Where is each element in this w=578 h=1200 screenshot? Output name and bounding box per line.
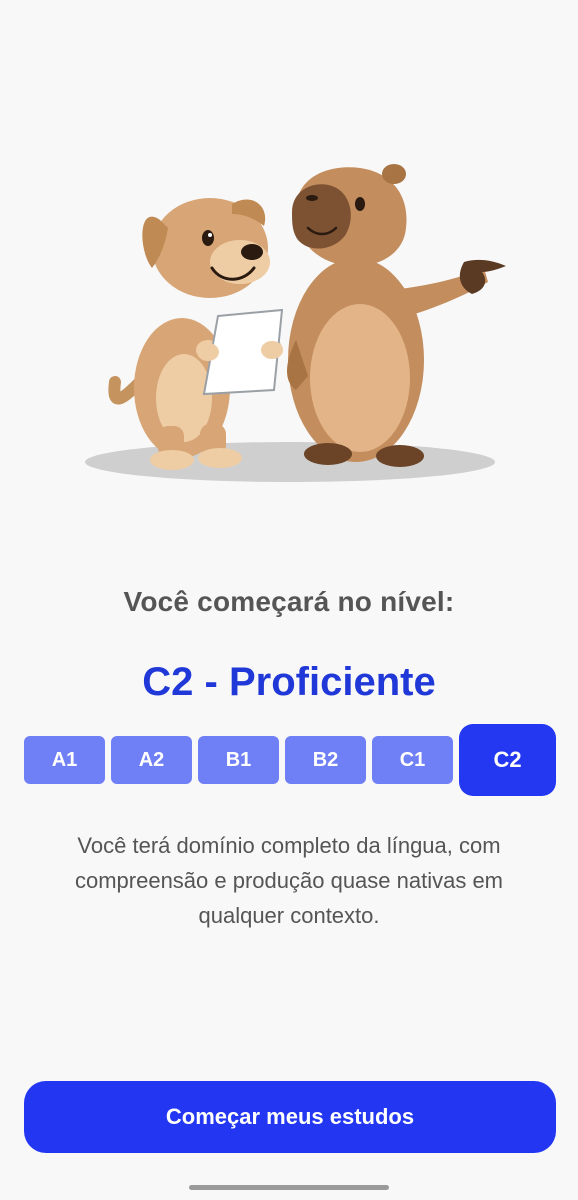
level-chip-c1[interactable]: C1	[372, 736, 453, 784]
start-studies-button[interactable]: Começar meus estudos	[24, 1081, 556, 1153]
level-chip-a2[interactable]: A2	[111, 736, 192, 784]
level-intro-text: Você começará no nível:	[123, 586, 455, 617]
level-chip-c2-selected[interactable]: C2	[459, 724, 556, 796]
home-indicator[interactable]	[189, 1185, 389, 1190]
dog-and-capybara-illustration	[85, 164, 506, 482]
level-chip-a1[interactable]: A1	[24, 736, 105, 784]
capybara-figure	[287, 164, 506, 467]
level-scale: A1 A2 B1 B2 C1 C2	[24, 724, 556, 796]
ground-shadow	[85, 442, 495, 482]
level-chip-b1[interactable]: B1	[198, 736, 279, 784]
level-title: C2 - Proficiente	[142, 660, 436, 704]
level-chip-b2[interactable]: B2	[285, 736, 366, 784]
dog-figure	[108, 198, 284, 470]
level-description: Você terá domínio completo da língua, co…	[74, 833, 504, 928]
